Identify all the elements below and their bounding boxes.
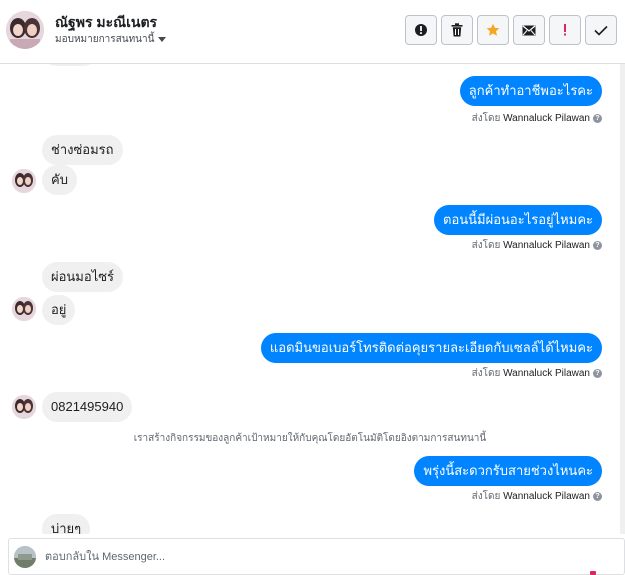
thread-scrollbar[interactable] — [620, 64, 625, 534]
delete-button[interactable] — [441, 15, 473, 45]
reply-input[interactable] — [45, 548, 545, 566]
message-bubble-outgoing[interactable]: แอดมินขอเบอร์โทรติดต่อคุยรายละเอียดกับเซ… — [260, 333, 602, 363]
page-avatar — [14, 546, 36, 568]
envelope-icon — [522, 25, 536, 35]
sent-by-label: ส่งโดย Wannaluck Pilawan? — [472, 366, 602, 381]
system-note: เราสร้างกิจกรรมของลูกค้าเป้าหมายให้กับคุ… — [133, 433, 487, 444]
message-thread[interactable]: ลูกค้าทำอาชีพอะไรคะ ส่งโดย Wannaluck Pil… — [0, 64, 620, 534]
sent-by-agent: Wannaluck Pilawan — [503, 491, 590, 502]
sender-avatar[interactable] — [12, 297, 36, 321]
sender-avatar[interactable] — [12, 395, 36, 419]
message-bubble-incoming[interactable]: คับ — [42, 165, 77, 195]
message-bubble-incoming[interactable]: บ่ายๆ — [42, 514, 91, 534]
conversation-header: ณัฐพร มะณีเนตร มอบหมายการสนทนานี้ — [0, 0, 625, 64]
sent-by-prefix: ส่งโดย — [471, 240, 501, 251]
alert-circle-icon — [415, 24, 427, 36]
message-bubble-outgoing[interactable]: ลูกค้าทำอาชีพอะไรคะ — [459, 76, 602, 106]
contact-name: ณัฐพร มะณีเนตร — [55, 14, 158, 30]
trash-icon — [451, 23, 463, 37]
help-icon[interactable]: ? — [593, 491, 602, 501]
star-icon — [486, 23, 500, 36]
assign-conversation-label: มอบหมายการสนทนานี้ — [55, 34, 155, 45]
sent-by-prefix: ส่งโดย — [471, 368, 501, 379]
sent-by-agent: Wannaluck Pilawan — [503, 368, 590, 379]
help-icon[interactable]: ? — [593, 240, 602, 250]
sent-by-label: ส่งโดย Wannaluck Pilawan? — [472, 111, 602, 126]
sent-by-label: ส่งโดย Wannaluck Pilawan? — [472, 489, 602, 504]
help-icon[interactable]: ? — [593, 368, 602, 378]
assign-conversation-dropdown[interactable]: มอบหมายการสนทนานี้ — [55, 32, 167, 47]
message-bubble-outgoing[interactable]: ตอนนี้มีผ่อนอะไรอยู่ไหมคะ — [434, 205, 602, 235]
sent-by-label: ส่งโดย Wannaluck Pilawan? — [472, 238, 602, 253]
checkmark-icon — [594, 25, 608, 36]
contact-avatar[interactable] — [6, 11, 44, 49]
message-bubble-incoming[interactable]: ผ่อนมอไซร์ — [42, 262, 124, 292]
message-bubble-incoming[interactable]: 0821495940 — [42, 392, 133, 422]
notification-marker — [590, 571, 596, 575]
conversation-actions — [405, 15, 617, 45]
mark-done-button[interactable] — [585, 15, 617, 45]
partial-message-bubble — [42, 64, 98, 66]
email-button[interactable] — [513, 15, 545, 45]
mark-urgent-button[interactable] — [549, 15, 581, 45]
reply-composer — [8, 538, 625, 575]
sent-by-prefix: ส่งโดย — [471, 113, 501, 124]
exclamation-icon — [564, 24, 566, 36]
help-icon[interactable]: ? — [593, 113, 602, 123]
message-bubble-incoming[interactable]: อยู่ — [42, 295, 76, 325]
caret-down-icon — [158, 36, 167, 42]
alert-button[interactable] — [405, 15, 437, 45]
sent-by-prefix: ส่งโดย — [471, 491, 501, 502]
star-button[interactable] — [477, 15, 509, 45]
message-bubble-incoming[interactable]: ช่างซ่อมรถ — [42, 135, 123, 165]
sender-avatar[interactable] — [12, 169, 36, 193]
sent-by-agent: Wannaluck Pilawan — [503, 113, 590, 124]
message-bubble-outgoing[interactable]: พรุ่งนี้สะดวกรับสายช่วงไหนคะ — [414, 456, 602, 486]
sent-by-agent: Wannaluck Pilawan — [503, 240, 590, 251]
